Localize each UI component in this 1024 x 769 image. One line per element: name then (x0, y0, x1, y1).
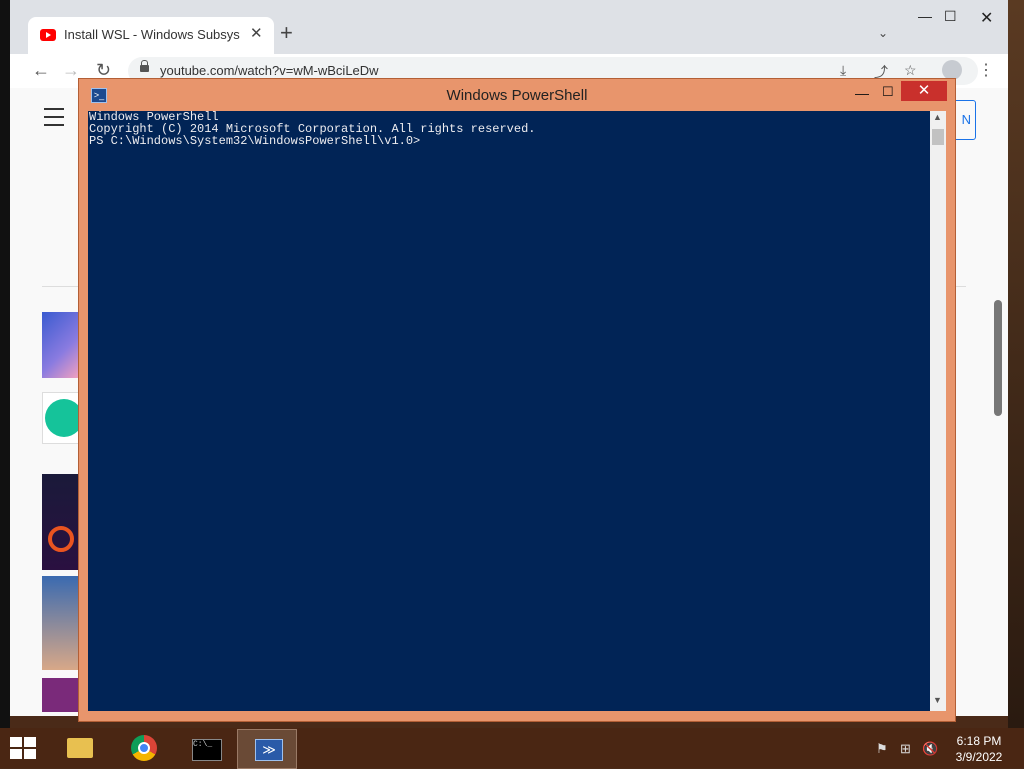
video-thumbnail[interactable] (42, 312, 78, 378)
video-thumbnail[interactable] (42, 678, 78, 712)
system-clock[interactable]: 6:18 PM 3/9/2022 (946, 733, 1012, 765)
clock-time: 6:18 PM (956, 734, 1002, 748)
video-thumbnail[interactable] (42, 392, 83, 444)
taskbar: C:\_ ≫ ⚑ ⊞ 🔇 6:18 PM 3/9/2022 (0, 728, 1024, 769)
action-center-flag-icon[interactable]: ⚑ (876, 741, 888, 757)
bookmark-star-icon[interactable]: ☆ (904, 62, 917, 79)
browser-maximize-button[interactable]: ☐ (944, 8, 957, 25)
windows-logo-icon (10, 737, 22, 747)
volume-muted-icon[interactable]: 🔇 (922, 741, 938, 757)
back-arrow-icon[interactable]: ← (32, 60, 50, 81)
desktop-background-right (1008, 0, 1024, 728)
sign-in-label: N (961, 112, 971, 127)
tab-close-icon[interactable]: ✕ (250, 24, 263, 42)
tab-search-chevron-icon[interactable]: ⌄ (878, 26, 888, 40)
cmd-taskbar-button[interactable]: C:\_ (176, 729, 234, 767)
scroll-thumb[interactable] (932, 129, 944, 145)
file-explorer-taskbar-button[interactable] (50, 729, 108, 767)
network-icon[interactable]: ⊞ (900, 741, 911, 757)
browser-close-button[interactable]: ✕ (980, 8, 993, 28)
minimize-button[interactable]: — (855, 85, 869, 101)
clock-date: 3/9/2022 (955, 750, 1003, 764)
video-thumbnail[interactable] (42, 474, 78, 570)
console-output[interactable]: Windows PowerShell Copyright (C) 2014 Mi… (88, 111, 930, 711)
youtube-favicon-icon (40, 29, 56, 41)
maximize-button[interactable]: ☐ (882, 84, 894, 100)
chrome-icon (131, 735, 157, 761)
tab-title: Install WSL - Windows Subsystem (64, 27, 240, 42)
new-tab-button[interactable]: + (280, 22, 293, 44)
scroll-down-arrow-icon[interactable]: ▼ (933, 695, 942, 705)
close-button[interactable]: ✕ (901, 81, 947, 101)
windows-logo-icon (24, 749, 36, 759)
folder-icon (67, 738, 93, 758)
browser-minimize-button[interactable]: — (918, 8, 932, 24)
powershell-taskbar-button[interactable]: ≫ (237, 729, 297, 769)
command-prompt-icon: C:\_ (192, 739, 222, 761)
profile-avatar[interactable] (942, 60, 962, 80)
scroll-up-arrow-icon[interactable]: ▲ (933, 112, 942, 122)
desktop-background-left (0, 0, 10, 728)
console-prompt: PS C:\Windows\System32\WindowsPowerShell… (89, 134, 421, 148)
powershell-window: >_ Windows PowerShell — ☐ ✕ Windows Powe… (78, 78, 956, 722)
ubuntu-logo-icon (48, 526, 74, 552)
powershell-icon: ≫ (255, 739, 283, 761)
console-scrollbar[interactable]: ▲ ▼ (930, 111, 946, 711)
lock-icon (140, 60, 149, 72)
chrome-tab-bar: Install WSL - Windows Subsystem ✕ + ⌄ — … (10, 0, 1008, 54)
install-app-icon[interactable]: ⤓ (840, 62, 846, 79)
video-thumbnail[interactable] (42, 576, 78, 670)
hamburger-menu-icon[interactable] (44, 108, 64, 126)
windows-logo-icon (24, 737, 36, 747)
chrome-menu-icon[interactable]: ⋮ (978, 60, 994, 80)
windows-start-button[interactable] (10, 737, 38, 761)
powershell-title-bar[interactable]: >_ Windows PowerShell — ☐ ✕ (79, 79, 955, 111)
windows-logo-icon (10, 749, 22, 759)
chrome-taskbar-button[interactable] (114, 729, 172, 767)
window-title: Windows PowerShell (446, 87, 588, 104)
url-text: youtube.com/watch?v=wM-wBciLeDw (160, 63, 379, 78)
page-scrollbar[interactable] (994, 300, 1002, 416)
browser-tab[interactable]: Install WSL - Windows Subsystem ✕ (28, 17, 274, 54)
